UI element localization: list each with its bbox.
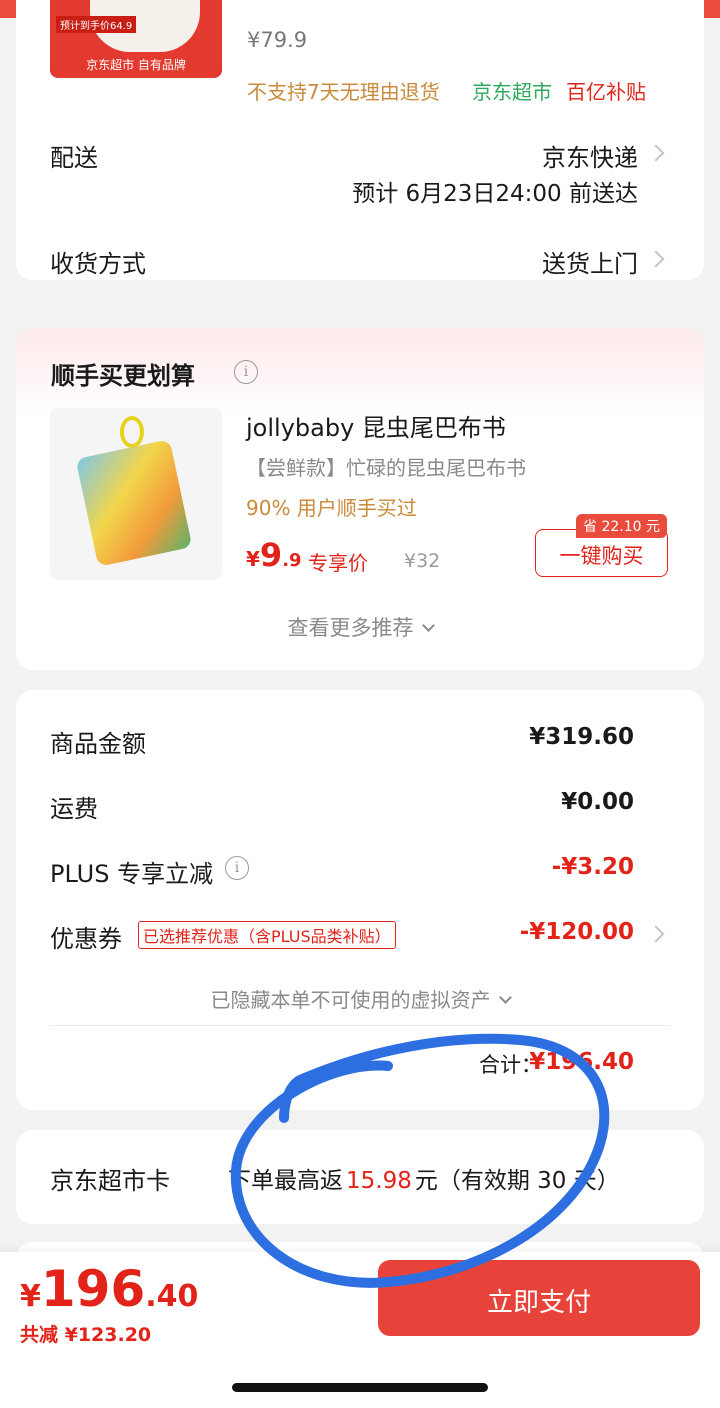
- annotation-circle-drawing: [230, 1033, 610, 1288]
